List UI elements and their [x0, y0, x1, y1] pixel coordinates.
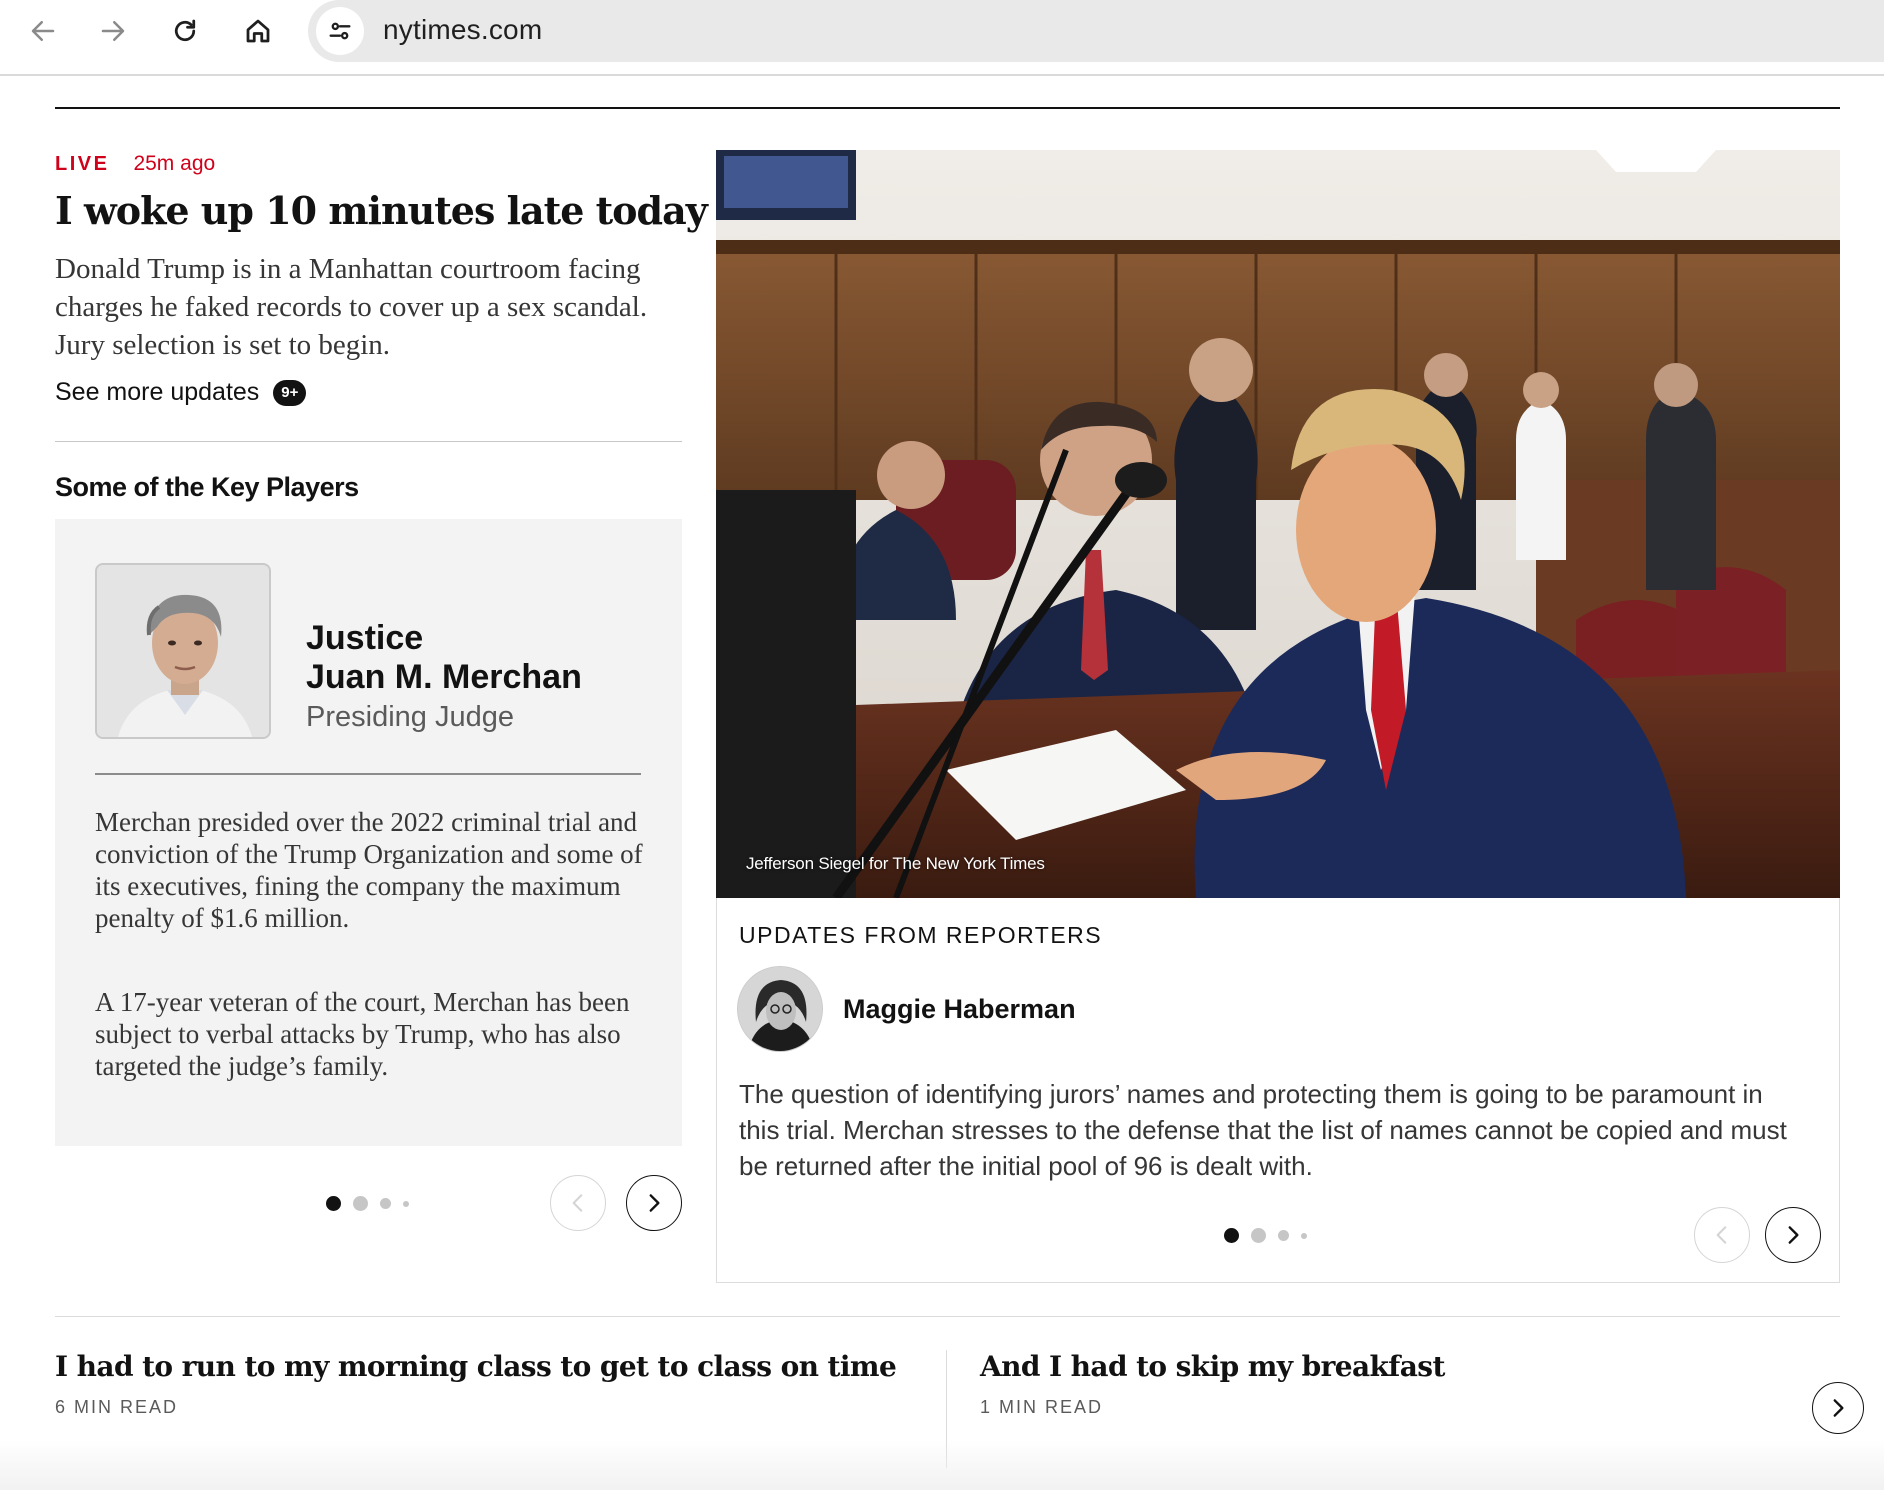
key-players-next-button[interactable] [626, 1175, 682, 1231]
updates-count-badge: 9+ [273, 379, 307, 406]
carousel-dot[interactable] [403, 1200, 409, 1207]
key-players-carousel-dots [326, 1196, 409, 1211]
see-more-label[interactable]: See more updates [55, 378, 259, 407]
carousel-dot[interactable] [1224, 1228, 1239, 1243]
story-card[interactable]: I had to run to my morning class to get … [55, 1350, 897, 1418]
arrow-left-icon [31, 21, 55, 41]
story-title[interactable]: And I had to skip my breakfast [980, 1350, 1445, 1383]
address-bar[interactable]: nytimes.com [308, 0, 1884, 62]
person-bio-paragraph-1: Merchan presided over the 2022 criminal … [95, 807, 643, 933]
carousel-dot[interactable] [1278, 1230, 1289, 1241]
judge-portrait [95, 563, 271, 739]
section-divider [55, 441, 682, 442]
person-bio-paragraph-2: A 17-year veteran of the court, Merchan … [95, 987, 630, 1081]
home-icon [246, 19, 270, 43]
update-text[interactable]: The question of identifying jurors’ name… [739, 1076, 1809, 1184]
key-player-card: Justice Juan M. Merchan Presiding Judge … [55, 519, 682, 1146]
reload-icon [174, 19, 196, 42]
photo-credit: Jefferson Siegel for The New York Times [746, 854, 1045, 873]
updates-prev-button[interactable] [1694, 1207, 1750, 1263]
carousel-dot[interactable] [1251, 1228, 1266, 1243]
lead-headline[interactable]: I woke up 10 minutes late today [55, 188, 708, 233]
lead-photo[interactable]: Jefferson Siegel for The New York Times [716, 150, 1840, 898]
lead-summary[interactable]: Donald Trump is in a Manhattan courtroom… [55, 250, 695, 364]
person-role: Presiding Judge [306, 701, 514, 733]
see-more-updates-link[interactable]: See more updates 9+ [55, 378, 307, 407]
person-name-line1: Justice [306, 619, 424, 657]
reporter-name[interactable]: Maggie Haberman [843, 994, 1076, 1025]
reporter-avatar [737, 966, 823, 1052]
carousel-dot[interactable] [1301, 1232, 1307, 1239]
live-label: LIVE [55, 153, 110, 175]
story-title[interactable]: I had to run to my morning class to get … [55, 1350, 897, 1383]
url-text[interactable]: nytimes.com [383, 14, 542, 46]
read-time: 1 MIN READ [980, 1397, 1104, 1417]
bottom-fade [0, 1440, 1884, 1490]
courtroom-photo-illustration [716, 150, 1840, 898]
person-name-line2: Juan M. Merchan [306, 658, 582, 696]
reporter-updates-panel: UPDATES FROM REPORTERS Maggie Haberman T… [716, 898, 1840, 1283]
story-card[interactable]: And I had to skip my breakfast 1 MIN REA… [980, 1350, 1445, 1418]
updates-label: UPDATES FROM REPORTERS [739, 922, 1103, 948]
back-button[interactable] [18, 8, 68, 54]
timestamp: 25m ago [133, 152, 216, 175]
browser-toolbar: nytimes.com [0, 0, 1884, 76]
stories-next-button[interactable] [1812, 1382, 1864, 1434]
chevron-right-icon [1833, 1399, 1844, 1417]
top-divider [55, 107, 1840, 109]
updates-next-button[interactable] [1765, 1207, 1821, 1263]
key-players-title: Some of the Key Players [55, 472, 359, 502]
site-settings-icon[interactable] [316, 7, 364, 55]
home-button[interactable] [233, 8, 283, 54]
arrow-right-icon [101, 21, 125, 41]
key-players-prev-button[interactable] [550, 1175, 606, 1231]
carousel-dot[interactable] [326, 1196, 341, 1211]
chevron-right-icon [649, 1194, 660, 1212]
card-divider [95, 773, 641, 775]
reload-button[interactable] [160, 8, 210, 54]
forward-button[interactable] [88, 8, 138, 54]
chevron-right-icon [1788, 1226, 1799, 1244]
carousel-dot[interactable] [380, 1198, 391, 1209]
carousel-dot[interactable] [353, 1196, 368, 1211]
chevron-left-icon [572, 1194, 583, 1212]
chevron-left-icon [1716, 1226, 1727, 1244]
live-status-row: LIVE 25m ago [55, 152, 215, 176]
bottom-divider [55, 1316, 1840, 1317]
person-name: Justice Juan M. Merchan [306, 619, 582, 697]
read-time: 6 MIN READ [55, 1397, 179, 1417]
updates-carousel-dots [1224, 1228, 1307, 1243]
